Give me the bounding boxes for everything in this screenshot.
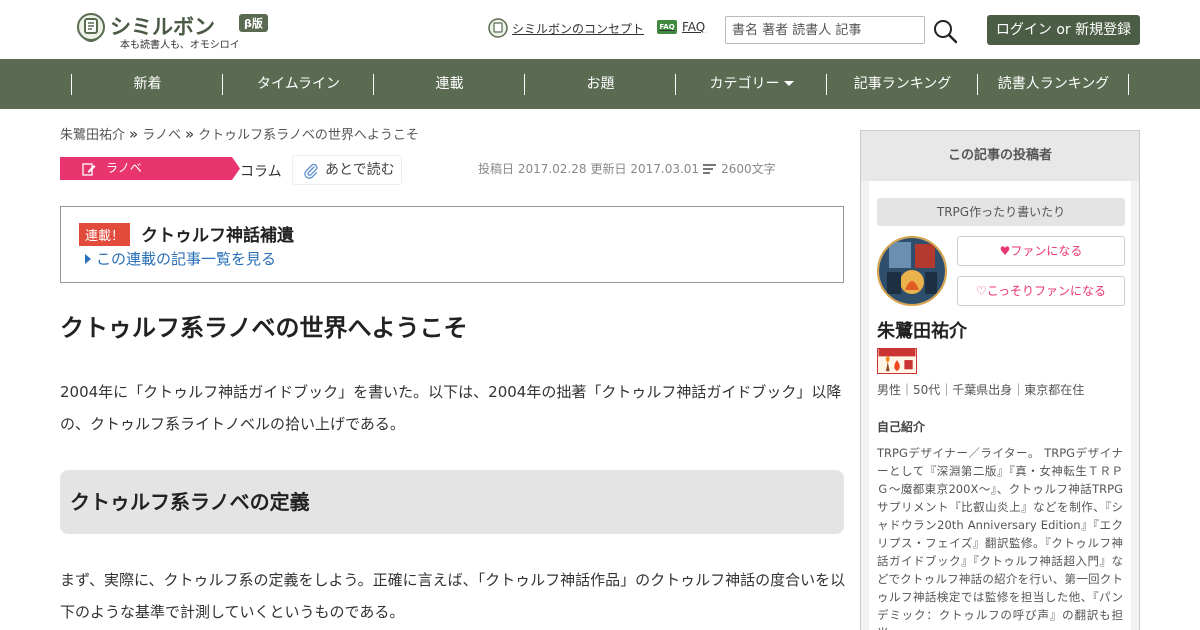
- article-title: クトゥルフ系ラノベの世界へようこそ: [60, 314, 468, 342]
- faq-icon: FAQ: [657, 20, 677, 34]
- breadcrumb: 朱鷺田祐介» ラノベ» クトゥルフ系ラノベの世界へようこそ: [60, 124, 419, 143]
- article-meta: 投稿日 2017.02.28 更新日 2017.03.01 2600文字: [478, 160, 776, 177]
- breadcrumb-author[interactable]: 朱鷺田祐介: [60, 128, 125, 143]
- fan-button-label: ファンになる: [1010, 244, 1083, 258]
- nav-item-category[interactable]: カテゴリー: [676, 59, 827, 109]
- char-count: 2600文字: [721, 162, 776, 176]
- paperclip-icon: [304, 163, 318, 179]
- heart-icon: ♥: [999, 244, 1011, 258]
- author-sidebar: この記事の投稿者 TRPG作ったり書いたり ♥ファンになる ♡こっそりファンにな…: [860, 130, 1140, 630]
- author-catchphrase: TRPG作ったり書いたり: [877, 198, 1125, 226]
- faq-link-label: FAQ: [682, 20, 706, 34]
- posted-date: 投稿日 2017.02.28: [478, 162, 587, 176]
- category-tag[interactable]: ラノベ: [60, 157, 240, 180]
- author-bio: TRPGデザイナー／ライター。 TRPGデザイナーとして『深淵第二版』『真・女神…: [877, 446, 1123, 630]
- logo-tagline: 本も読書人も、オモシロイ: [120, 40, 240, 51]
- speech-heart-icon: ♡: [976, 284, 987, 298]
- nav-item-category-label: カテゴリー: [709, 76, 780, 92]
- login-button[interactable]: ログイン or 新規登録: [987, 15, 1140, 45]
- article-paragraph: まず、実際に、クトゥルフ系の定義をしよう。正確に言えば、「クトゥルフ神話作品」の…: [60, 571, 846, 621]
- breadcrumb-separator: »: [184, 125, 195, 143]
- nav-item-reader-ranking[interactable]: 読書人ランキング: [978, 59, 1129, 109]
- breadcrumb-current: クトゥルフ系ラノベの世界へようこそ: [198, 128, 419, 143]
- article-paragraph: 2004年に「クトゥルフ神話ガイドブック」を書いた。以下は、2004年の拙著「ク…: [60, 383, 842, 433]
- nav-separator: [1128, 74, 1129, 95]
- concept-logo-icon: [488, 18, 508, 38]
- torch-badge-icon: [877, 348, 917, 374]
- author-avatar[interactable]: [877, 236, 947, 306]
- author-name[interactable]: 朱鷺田祐介: [877, 317, 967, 343]
- concept-link-label: シミルボンのコンセプト: [512, 21, 645, 36]
- nav-item-series[interactable]: 連載: [374, 59, 525, 109]
- site-logo[interactable]: シミルボン β版 本も読書人も、オモシロイ: [76, 10, 276, 51]
- text-lines-icon: [703, 163, 717, 174]
- beta-badge: β版: [239, 14, 268, 32]
- series-box: 連載！ クトゥルフ神話補遺 この連載の記事一覧を見る: [60, 206, 844, 283]
- sidebar-title: この記事の投稿者: [861, 131, 1139, 181]
- concept-link[interactable]: シミルボンのコンセプト: [488, 18, 644, 38]
- site-header: シミルボン β版 本も読書人も、オモシロイ シミルボンのコンセプト FAQ FA…: [0, 0, 1200, 59]
- avatar-image: [879, 238, 945, 304]
- edit-icon: [82, 163, 96, 176]
- category-tag-label: ラノベ: [106, 161, 142, 175]
- series-badge: 連載！: [79, 223, 131, 246]
- author-profile: 男性｜50代｜千葉県出身｜東京都在住: [877, 383, 1085, 397]
- secret-fan-button-label: こっそりファンになる: [986, 284, 1106, 298]
- nav-item-topics[interactable]: お題: [525, 59, 676, 109]
- fan-button[interactable]: ♥ファンになる: [957, 236, 1125, 266]
- read-later-label: あとで読む: [325, 162, 395, 178]
- search-icon[interactable]: [932, 18, 958, 44]
- nav-item-timeline[interactable]: タイムライン: [223, 59, 374, 109]
- secret-fan-button[interactable]: ♡こっそりファンになる: [957, 276, 1125, 306]
- nav-item-article-ranking[interactable]: 記事ランキング: [827, 59, 978, 109]
- series-list-link[interactable]: この連載の記事一覧を見る: [85, 248, 276, 269]
- triangle-right-icon: [85, 253, 91, 264]
- breadcrumb-separator: »: [129, 125, 139, 143]
- updated-date: 更新日 2017.03.01: [590, 162, 700, 176]
- breadcrumb-category[interactable]: ラノベ: [142, 128, 181, 143]
- section-heading: クトゥルフ系ラノベの定義: [60, 470, 844, 534]
- nav-item-new[interactable]: 新着: [72, 59, 223, 109]
- series-title[interactable]: クトゥルフ神話補遺: [141, 221, 294, 246]
- main-nav: 新着 タイムライン 連載 お題 カテゴリー 記事ランキング 読書人ランキング: [0, 59, 1200, 109]
- column-tag: コラム: [240, 164, 282, 180]
- search-input[interactable]: [725, 16, 925, 44]
- caret-down-icon: [783, 80, 794, 86]
- faq-link[interactable]: FAQ FAQ: [657, 20, 705, 34]
- logo-book-icon: [77, 13, 105, 42]
- author-card: TRPG作ったり書いたり ♥ファンになる ♡こっそりファンになる 朱鷺田祐介 男…: [869, 181, 1131, 630]
- read-later-button[interactable]: あとで読む: [292, 155, 402, 185]
- series-list-link-label: この連載の記事一覧を見る: [96, 250, 277, 268]
- bio-label: 自己紹介: [877, 420, 926, 434]
